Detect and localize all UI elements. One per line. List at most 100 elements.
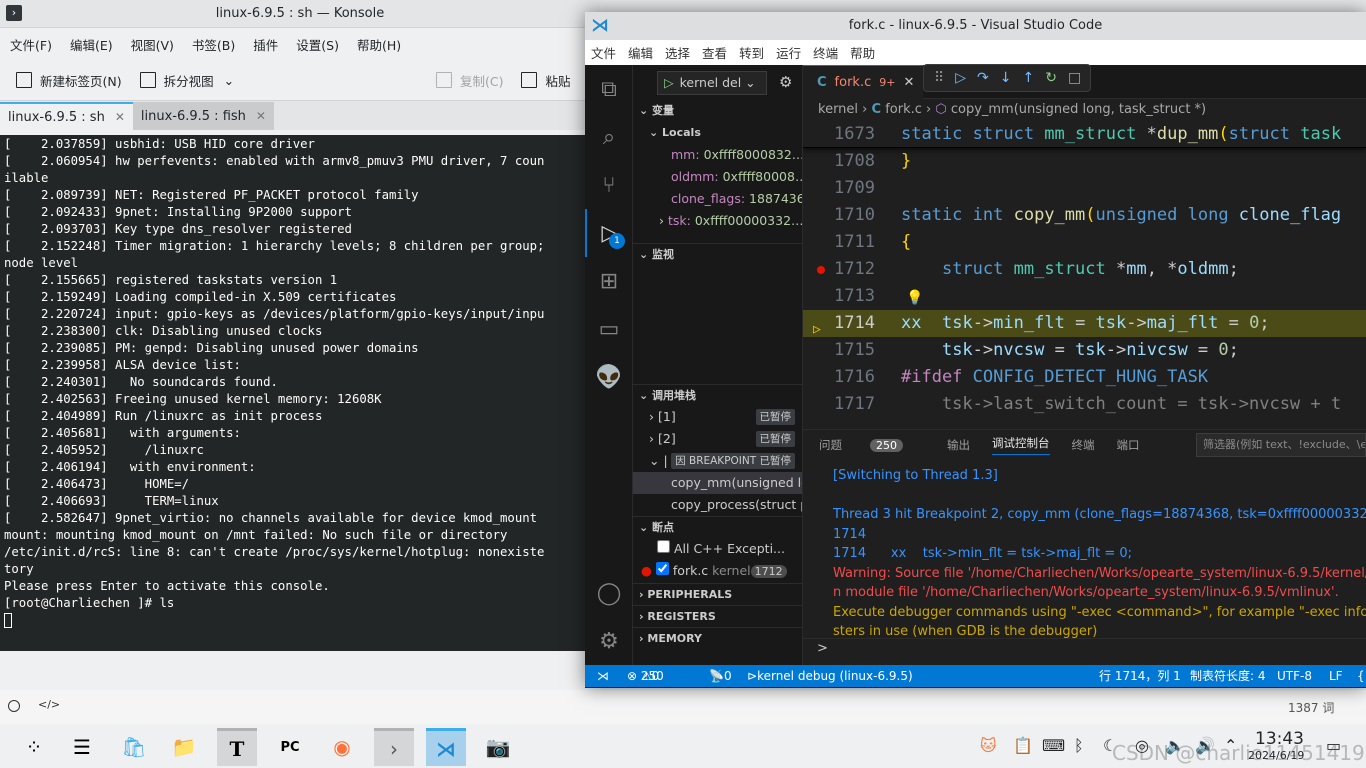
split-view-button[interactable]: 拆分视图 ⌄ (139, 71, 234, 90)
code-line[interactable]: 1716 #ifdef CONFIG_DETECT_HUNG_TASK (803, 364, 1366, 391)
run-debug-icon[interactable]: ▷ 1 (585, 209, 633, 257)
thread-row[interactable]: › [1] 已暂停 (633, 406, 802, 428)
tab-ports[interactable]: 端口 (1117, 437, 1140, 453)
variables-header[interactable]: ⌄ 变量 (633, 100, 802, 122)
code-line[interactable]: 1710 static int copy_mm(unsigned long clo… (803, 202, 1366, 229)
eol[interactable]: LF (1329, 665, 1343, 687)
menu-selection[interactable]: 选择 (665, 43, 690, 62)
stack-frame[interactable]: copy_process(struct pi (633, 494, 802, 516)
variable-row[interactable]: › tsk: 0xffff00000332… (633, 210, 802, 232)
remote-icon[interactable]: ⋊ (597, 665, 609, 687)
menu-file[interactable]: 文件 (591, 43, 616, 62)
tab-fork-c[interactable]: Cfork.c 9+ ✕ (803, 65, 923, 99)
source-control-icon[interactable]: ⑂ (585, 161, 633, 209)
stop-icon[interactable]: □ (1068, 70, 1081, 86)
code-line[interactable]: 1713 💡 (803, 283, 1366, 310)
vscode-icon[interactable]: ⋊ (426, 728, 466, 766)
sticky-scroll-line[interactable]: 1673 static struct mm_struct *dup_mm(stru… (803, 121, 1366, 148)
registers-header[interactable]: › REGISTERS (633, 605, 802, 627)
restart-icon[interactable]: ↻ (1045, 70, 1057, 86)
menu-run[interactable]: 运行 (776, 43, 801, 62)
gear-icon[interactable]: ⚙ (585, 617, 633, 665)
system-settings-icon[interactable]: ☰ (62, 728, 102, 766)
menu-bookmarks[interactable]: 书签(B) (192, 35, 235, 54)
breakpoint-row[interactable]: ● fork.c kernel 1712 (633, 560, 802, 582)
remote-explorer-icon[interactable]: ▭ (585, 305, 633, 353)
language-mode[interactable]: { (1357, 665, 1365, 687)
tab-size[interactable]: 制表符长度: 4 (1190, 665, 1266, 687)
cursor-position[interactable]: 行 1714，列 1 (1099, 665, 1181, 687)
breadcrumb-folder[interactable]: kernel (818, 102, 858, 117)
thread-row[interactable]: ⌄ | 因 BREAKPOINT 已暂停 (633, 450, 802, 472)
close-icon[interactable]: ✕ (256, 109, 266, 123)
code-line[interactable]: 1715 tsk->nvcsw = tsk->nivcsw = 0; (803, 337, 1366, 364)
konsole-icon[interactable]: › (374, 728, 414, 766)
menu-edit[interactable]: 编辑 (628, 43, 653, 62)
code-line[interactable]: 1709 (803, 175, 1366, 202)
menu-view[interactable]: 查看 (702, 43, 727, 62)
menu-file[interactable]: 文件(F) (10, 35, 52, 54)
tab-problems[interactable]: 问题 250 (819, 437, 925, 453)
filter-input[interactable]: 筛选器(例如 text、!exclude、\escape) (1196, 433, 1366, 457)
menu-terminal[interactable]: 终端 (813, 43, 838, 62)
step-into-icon[interactable]: ↓ (1000, 70, 1012, 86)
tab-output[interactable]: 输出 (947, 437, 970, 453)
tab-debug-console[interactable]: 调试控制台 (992, 435, 1050, 455)
close-icon[interactable]: ✕ (903, 75, 914, 90)
menu-help[interactable]: 帮助 (850, 43, 875, 62)
menu-view[interactable]: 视图(V) (131, 35, 174, 54)
breadcrumb-symbol[interactable]: copy_mm(unsigned long, task_struct *) (951, 102, 1206, 117)
code-line[interactable]: 1717 tsk->last_switch_count = tsk->nvcsw… (803, 391, 1366, 418)
pycharm-icon[interactable]: PC (270, 728, 310, 766)
locals-header[interactable]: ⌄ Locals (633, 122, 802, 144)
keyboard-icon[interactable]: ⌨ (1042, 736, 1065, 755)
thread-row[interactable]: › [2] 已暂停 (633, 428, 802, 450)
dolphin-icon[interactable]: 📁 (164, 728, 204, 766)
watch-header[interactable]: ⌄ 监视 (633, 243, 802, 265)
variable-row[interactable]: oldmm: 0xffff80008… (633, 166, 802, 188)
menu-go[interactable]: 转到 (739, 43, 764, 62)
discover-icon[interactable]: 🛍 (114, 728, 154, 766)
application-launcher-icon[interactable]: ⁘ (14, 728, 54, 766)
encoding[interactable]: UTF-8 (1277, 665, 1312, 687)
current-line[interactable]: ▷ 1714 xx tsk->min_flt = tsk->maj_flt = 0; (803, 310, 1366, 337)
callstack-header[interactable]: ⌄ 调用堆栈 (633, 384, 802, 406)
menu-settings[interactable]: 设置(S) (296, 35, 339, 54)
typora-icon[interactable]: T (217, 728, 257, 766)
code-editor[interactable]: 1673 static struct mm_struct *dup_mm(stru… (803, 121, 1366, 426)
breakpoint-row[interactable]: All C++ Excepti... (633, 538, 802, 560)
menu-plugins[interactable]: 插件 (253, 35, 278, 54)
debug-config-select[interactable]: ▷ kernel del ⌄ (657, 71, 767, 95)
lightbulb-icon[interactable]: 💡 (906, 285, 923, 312)
breakpoints-header[interactable]: ⌄ 断点 (633, 516, 802, 538)
breakpoint-checkbox[interactable] (655, 562, 669, 575)
explorer-icon[interactable]: ⧉ (585, 65, 633, 113)
close-icon[interactable]: ✕ (115, 110, 125, 124)
copy-button[interactable]: 复制(C) (436, 71, 503, 90)
variable-row[interactable]: mm: 0xffff8000832… (633, 144, 802, 166)
gear-icon[interactable]: ⚙ (779, 73, 792, 91)
spectacle-icon[interactable]: 📷 (478, 728, 518, 766)
step-over-icon[interactable]: ↷ (977, 70, 989, 86)
code-line[interactable]: 1708} (803, 148, 1366, 175)
new-tab-button[interactable]: 新建标签页(N) (16, 71, 122, 90)
tab-terminal[interactable]: 终端 (1072, 437, 1095, 453)
terminal-output[interactable]: [ 2.037859] usbhid: USB HID core driver [… (0, 135, 588, 651)
problems-status[interactable]: ⊗ 250 ⚠ 0 (627, 665, 664, 687)
code-line[interactable]: 1712 struct mm_struct *mm, *oldmm; (803, 256, 1366, 283)
memory-header[interactable]: › MEMORY (633, 627, 802, 649)
tab-sh[interactable]: linux-6.9.5 : sh ✕ (0, 102, 133, 130)
code-line[interactable]: 1711{ (803, 229, 1366, 256)
clipboard-icon[interactable]: 📋 (1013, 736, 1033, 755)
paste-button[interactable]: 粘贴 (521, 71, 571, 90)
play-icon[interactable]: ▷ (664, 75, 674, 90)
breadcrumb-file[interactable]: fork.c (885, 102, 922, 117)
breakpoint-checkbox[interactable] (657, 540, 670, 553)
account-icon[interactable]: ◯ (585, 569, 633, 617)
variable-row[interactable]: clone_flags: 18874368 (633, 188, 802, 210)
debug-console-input[interactable]: > (803, 638, 1366, 660)
extensions-icon[interactable]: ⊞ (585, 257, 633, 305)
step-out-icon[interactable]: ↑ (1023, 70, 1035, 86)
menu-edit[interactable]: 编辑(E) (70, 35, 113, 54)
ports-status[interactable]: 📡 0 (709, 665, 732, 687)
